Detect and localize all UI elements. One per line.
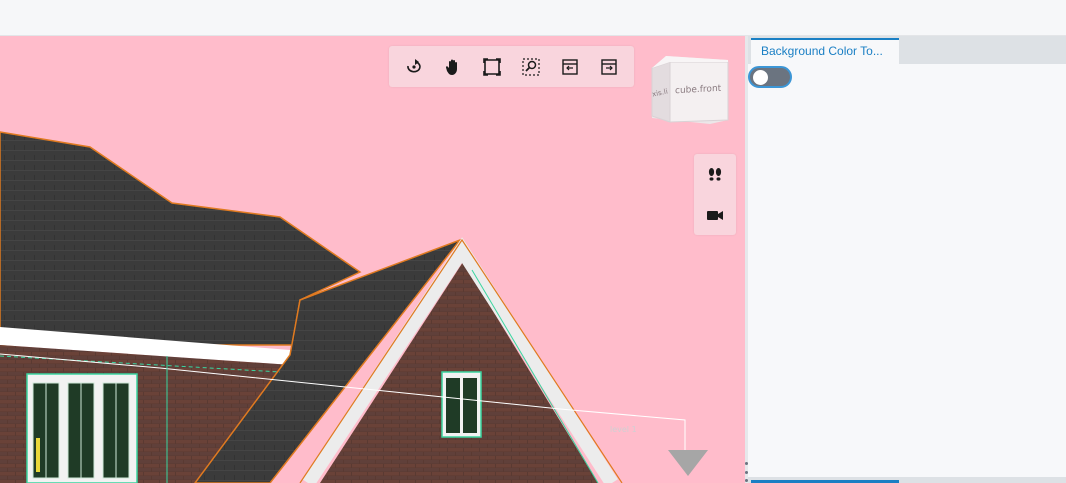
first-person-button[interactable]: [702, 161, 728, 187]
orbit-icon: [407, 58, 422, 72]
level-label: level 1: [610, 425, 637, 434]
tab-background-color[interactable]: Background Color To...: [751, 38, 899, 64]
next-view-icon: [600, 58, 617, 75]
panel-tabbar: Background Color To...: [748, 36, 1066, 64]
background-color-toggle[interactable]: [748, 66, 792, 88]
camera-icon: [707, 210, 723, 220]
hand-icon: [446, 59, 458, 75]
level-marker: [668, 450, 708, 476]
camera-toolbar: [694, 154, 736, 235]
zoom-window-button[interactable]: [518, 54, 544, 80]
side-panel: Background Color To...: [748, 36, 1066, 483]
toggle-knob: [753, 70, 768, 85]
orbit-button[interactable]: [401, 54, 427, 80]
next-view-button[interactable]: [596, 54, 622, 80]
view-cube[interactable]: cube.front xis.li: [648, 54, 730, 128]
zoom-window-icon: [522, 57, 540, 76]
previous-view-button[interactable]: [557, 54, 583, 80]
top-bar: [0, 0, 1066, 36]
navigation-toolbar: [389, 46, 634, 87]
footprints-icon: [708, 168, 722, 181]
pan-button[interactable]: [440, 54, 466, 80]
camera-button[interactable]: [702, 202, 728, 228]
fit-view-icon: [483, 57, 501, 76]
house-model[interactable]: level 1: [0, 36, 745, 483]
previous-view-icon: [562, 58, 578, 75]
3d-viewport[interactable]: level 1 cube.front xis.li: [0, 36, 745, 483]
fit-view-button[interactable]: [479, 54, 505, 80]
gable-window: [441, 371, 482, 438]
left-window-group: [26, 373, 138, 483]
